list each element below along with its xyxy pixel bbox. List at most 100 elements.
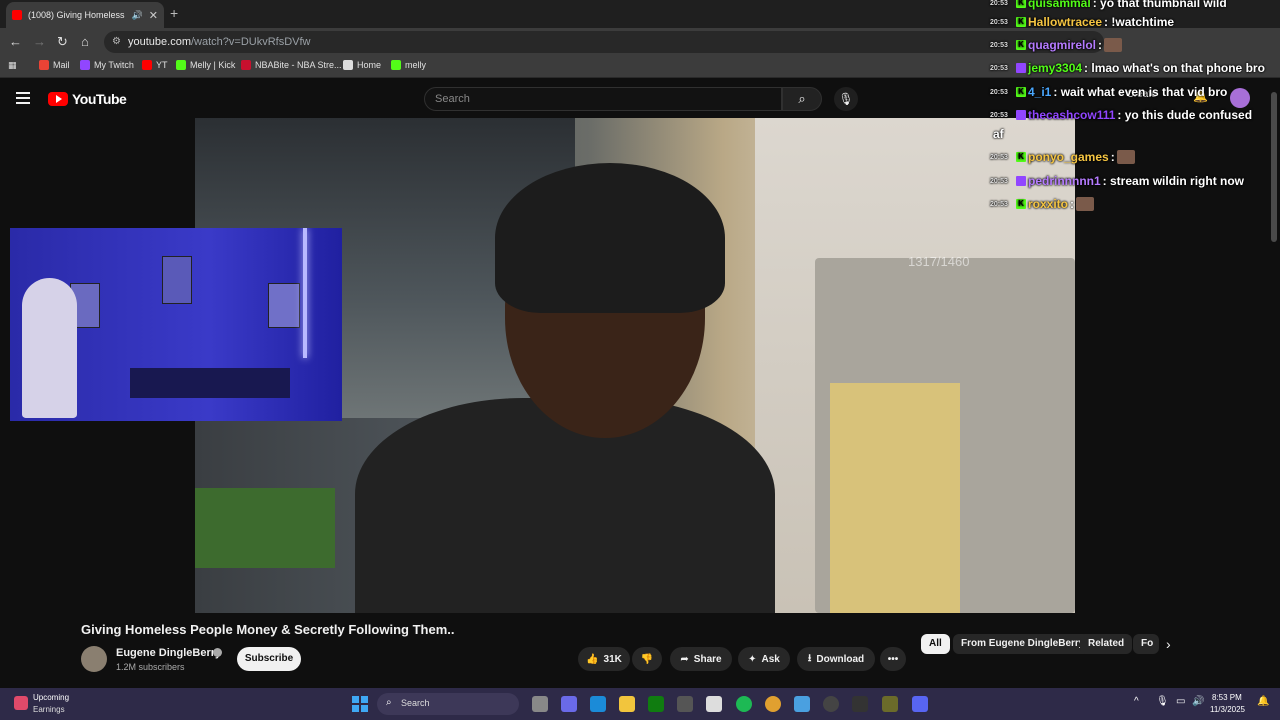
search-button[interactable]: ⌕	[782, 87, 822, 111]
desk	[130, 368, 290, 398]
home-icon[interactable]: ⌂	[81, 34, 89, 50]
chat-emote-icon	[1076, 197, 1095, 211]
search-input[interactable]: Search	[424, 87, 782, 111]
widgets-icon[interactable]	[14, 696, 28, 710]
twitch-icon	[80, 60, 90, 70]
task-view-icon[interactable]	[532, 696, 548, 712]
chevron-right-icon[interactable]: ›	[1166, 636, 1171, 652]
stream-deck-icon[interactable]	[882, 696, 898, 712]
bookmark-mail[interactable]: Mail	[39, 60, 70, 70]
like-button[interactable]: 👍 31K	[578, 647, 630, 671]
chip-for-you[interactable]: Fo	[1133, 634, 1159, 654]
address-bar[interactable]: ⚙ youtube.com/watch?v=DUkvRfsDVfw	[104, 31, 1104, 53]
download-button[interactable]: ⭳ Download	[797, 647, 875, 671]
spotify-icon[interactable]	[736, 696, 752, 712]
channel-name[interactable]: Eugene DingleBerry	[116, 647, 221, 659]
url-host: youtube.com	[128, 36, 191, 48]
kick-badge-icon: K	[1016, 199, 1026, 209]
store-icon[interactable]	[706, 696, 722, 712]
site-info-icon[interactable]: ⚙	[112, 36, 121, 47]
chat-message: 20:53 thecashcow111: yo this dude confuse…	[990, 108, 1252, 122]
microphone-tray-icon[interactable]: 🎙	[1156, 696, 1169, 707]
chip-from-channel[interactable]: From Eugene DingleBerry	[953, 634, 1093, 654]
close-tab-icon[interactable]: ✕	[149, 9, 158, 22]
windows-taskbar: Upcoming Earnings Search ⌕ ^ 🎙 ▭ 🔊 8:53 …	[0, 688, 1280, 720]
media-player-icon[interactable]	[823, 696, 839, 712]
network-icon[interactable]: ▭	[1176, 696, 1185, 707]
kick-badge-icon: K	[1016, 40, 1026, 50]
discord-icon[interactable]	[912, 696, 928, 712]
back-icon[interactable]: ←	[9, 34, 22, 50]
photos-icon[interactable]	[794, 696, 810, 712]
video-overlay-counter: 1317/1460	[908, 254, 970, 269]
bookmark-melly[interactable]: melly	[391, 60, 426, 70]
chat-text: : wait what even is that vid bro	[1053, 85, 1228, 99]
sparkle-icon: ✦	[748, 653, 757, 665]
forward-icon[interactable]: →	[33, 34, 46, 50]
page-scrollbar[interactable]	[1271, 92, 1277, 242]
chat-timestamp: 20:53	[990, 200, 1008, 208]
bookmark-yt[interactable]: YT	[142, 60, 168, 70]
more-actions-button[interactable]: •••	[880, 647, 906, 671]
twitch-badge-icon	[1016, 63, 1026, 73]
browser-tab[interactable]: (1008) Giving Homeless Pe 🔊 ✕	[6, 2, 164, 28]
tab-title: (1008) Giving Homeless Pe	[28, 10, 126, 20]
ask-button[interactable]: ✦ Ask	[738, 647, 790, 671]
chat-message: 20:53 jemy3304: lmao what's on that phone…	[990, 61, 1265, 75]
chat-timestamp: 20:53	[990, 153, 1008, 161]
volume-icon[interactable]: 🔊	[1192, 696, 1204, 707]
clock-time[interactable]: 8:53 PM	[1212, 693, 1242, 702]
verified-badge-icon	[213, 648, 222, 657]
clock-date[interactable]: 11/3/2025	[1210, 705, 1245, 714]
kick-icon	[176, 60, 186, 70]
copilot-icon[interactable]	[561, 696, 577, 712]
chat-timestamp: 20:53	[990, 111, 1008, 119]
youtube-logo[interactable]: YouTube	[48, 91, 127, 107]
wall-poster	[268, 283, 300, 328]
chat-message: af	[993, 127, 1004, 141]
file-explorer-icon[interactable]	[619, 696, 635, 712]
chip-all[interactable]: All	[921, 634, 950, 654]
youtube-favicon-icon	[12, 10, 22, 20]
channel-avatar[interactable]	[81, 646, 107, 672]
xbox-icon[interactable]	[648, 696, 664, 712]
twitch-badge-icon	[1016, 176, 1026, 186]
new-tab-button[interactable]: +	[170, 5, 178, 21]
share-button[interactable]: ➦ Share	[670, 647, 732, 671]
stream-chat-overlay: 20:53 Kquisammal: yo that thumbnail wild 2…	[990, 0, 1280, 220]
microphone-icon[interactable]: 🎙	[834, 87, 858, 111]
widget-subtitle: Earnings	[33, 705, 65, 714]
bookmark-my-twitch[interactable]: My Twitch	[80, 60, 134, 70]
edge-icon[interactable]	[590, 696, 606, 712]
reload-icon[interactable]: ↻	[57, 34, 68, 50]
chat-message: 20:53 K Hallowtracee: !watchtime	[990, 15, 1174, 29]
kick-badge-icon: K	[1016, 152, 1026, 162]
chat-text: : lmao what's on that phone bro	[1084, 61, 1265, 75]
windows-start-icon[interactable]	[352, 696, 368, 712]
wall-poster	[162, 256, 192, 304]
chat-text: :	[1070, 197, 1075, 211]
chat-emote-icon	[1116, 150, 1135, 164]
kick-badge-icon: K	[1016, 87, 1026, 97]
hamburger-menu-icon[interactable]	[16, 92, 30, 104]
speaker-icon[interactable]: 🔊	[132, 10, 143, 21]
bookmark-home[interactable]: Home	[343, 60, 381, 70]
chat-message: 20:53 pedrinnnnn1: stream wildin right no…	[990, 174, 1244, 188]
chat-message: 20:53 Kponyo_games:	[990, 150, 1135, 164]
dislike-button[interactable]: 👎	[632, 647, 662, 671]
steam-icon[interactable]	[677, 696, 693, 712]
subscribe-button[interactable]: Subscribe	[237, 647, 301, 671]
apps-icon[interactable]: ▦	[8, 60, 17, 71]
taskbar-search-input[interactable]: Search	[377, 693, 519, 715]
bookmark-melly-kick[interactable]: Melly | Kick	[176, 60, 235, 70]
chat-username: ponyo_games	[1028, 150, 1109, 164]
chat-message: 20:53 Kquagmirelol:	[990, 38, 1123, 52]
chrome-icon[interactable]	[765, 696, 781, 712]
obs-icon[interactable]	[852, 696, 868, 712]
notification-icon[interactable]: 🔔	[1257, 696, 1269, 707]
bookmark-nbabite[interactable]: NBABite - NBA Stre...	[241, 60, 342, 70]
tray-overflow-icon[interactable]: ^	[1134, 696, 1139, 707]
chip-related[interactable]: Related	[1080, 634, 1133, 654]
kick-badge-icon: K	[1016, 17, 1026, 27]
chat-timestamp: 20:53	[990, 64, 1008, 72]
